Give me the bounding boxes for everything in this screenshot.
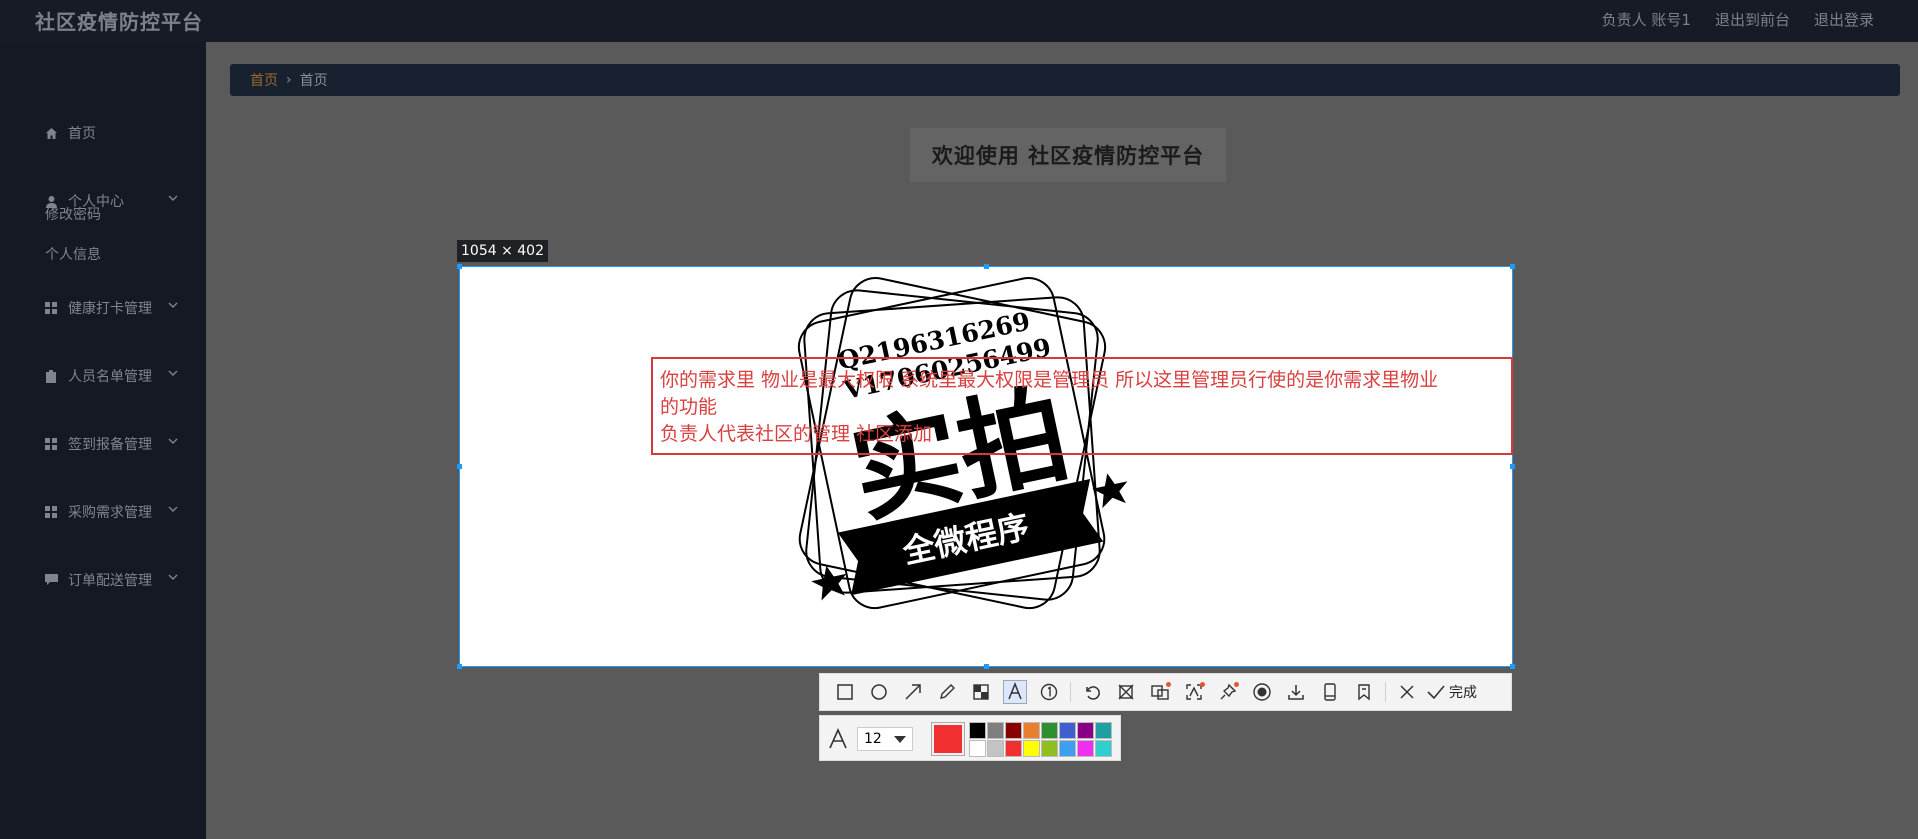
chevron-down-icon <box>168 574 178 580</box>
submenu-profile-info[interactable]: 个人信息 <box>45 244 101 264</box>
home-icon <box>44 126 58 140</box>
annotation-line: 的功能 <box>660 396 718 418</box>
scan-icon[interactable] <box>1177 677 1211 707</box>
toolbar-divider <box>1070 682 1071 702</box>
capture-region[interactable]: Q2196316269 V17060256499 实拍 全微程序 <box>457 264 1515 669</box>
toolbar-divider <box>1385 682 1386 702</box>
color-swatch[interactable] <box>969 740 986 757</box>
front-link[interactable]: 退出到前台 <box>1715 9 1790 30</box>
number-marker-icon[interactable] <box>1032 677 1066 707</box>
submenu-change-password[interactable]: 修改密码 <box>45 204 101 224</box>
color-swatch[interactable] <box>1077 740 1094 757</box>
resize-handle[interactable] <box>457 464 462 469</box>
sidebar-item-checkin-report[interactable]: 签到报备管理 <box>44 432 180 456</box>
color-swatch[interactable] <box>1005 740 1022 757</box>
capture-toolbar: 完成 <box>819 673 1512 711</box>
record-icon[interactable] <box>1245 677 1279 707</box>
sidebar-item-label: 签到报备管理 <box>68 437 152 453</box>
grid-icon <box>44 437 58 451</box>
sidebar: 首页 个人中心 修改密码 个人信息 健康打卡管理 人员名单管理 签到报备管理 采… <box>0 42 206 839</box>
sidebar-item-label: 人员名单管理 <box>68 369 152 385</box>
breadcrumb-current: 首页 <box>299 73 328 89</box>
resize-handle[interactable] <box>1510 464 1515 469</box>
chevron-right-icon: › <box>286 72 292 88</box>
color-swatch[interactable] <box>1041 740 1058 757</box>
sidebar-item-label: 采购需求管理 <box>68 505 152 521</box>
breadcrumb-home[interactable]: 首页 <box>250 70 278 90</box>
sidebar-item-label: 订单配送管理 <box>68 573 152 589</box>
breadcrumb: 首页 › 首页 <box>230 64 1900 96</box>
sidebar-item-health-checkin[interactable]: 健康打卡管理 <box>44 296 180 320</box>
resize-handle[interactable] <box>457 264 462 269</box>
color-swatch[interactable] <box>969 722 986 739</box>
resize-handle[interactable] <box>1510 264 1515 269</box>
color-swatch[interactable] <box>1005 722 1022 739</box>
color-swatch[interactable] <box>1095 722 1112 739</box>
color-palette <box>969 722 1112 757</box>
annotation-line: 你的需求里 物业是最大权限 系统里最大权限是管理员 所以这里管理员行使的是你需求… <box>660 369 1439 391</box>
text-icon[interactable] <box>998 677 1032 707</box>
account-name: 负责人 账号1 <box>1601 11 1691 29</box>
chevron-down-icon <box>168 370 178 376</box>
crop-icon[interactable] <box>1109 677 1143 707</box>
chevron-down-icon <box>168 438 178 444</box>
current-color-swatch[interactable] <box>931 722 965 756</box>
logout-link[interactable]: 退出登录 <box>1814 9 1874 30</box>
resize-handle[interactable] <box>457 664 462 669</box>
color-swatch[interactable] <box>1095 740 1112 757</box>
check-icon <box>1427 685 1445 700</box>
app-title: 社区疫情防控平台 <box>35 10 203 34</box>
sidebar-item-label: 健康打卡管理 <box>68 301 152 317</box>
sidebar-item-personnel-list[interactable]: 人员名单管理 <box>44 364 180 388</box>
color-swatch[interactable] <box>1077 722 1094 739</box>
bookmark-icon[interactable] <box>1347 677 1381 707</box>
sidebar-item-purchase-needs[interactable]: 采购需求管理 <box>44 500 180 524</box>
sidebar-item-home[interactable]: 首页 <box>44 121 180 145</box>
font-size-select[interactable]: 12 <box>857 727 913 751</box>
top-links: 负责人 账号1 退出到前台 退出登录 <box>1602 9 1874 30</box>
ellipse-icon[interactable] <box>862 677 896 707</box>
chat-icon <box>44 573 58 587</box>
color-swatch[interactable] <box>987 740 1004 757</box>
top-bar: 社区疫情防控平台 负责人 账号1 退出到前台 退出登录 <box>0 0 1918 42</box>
color-swatch[interactable] <box>1059 740 1076 757</box>
color-swatch[interactable] <box>1041 722 1058 739</box>
resize-handle[interactable] <box>1510 664 1515 669</box>
sidebar-item-label: 首页 <box>68 126 96 142</box>
rectangle-icon[interactable] <box>828 677 862 707</box>
color-swatch[interactable] <box>1023 740 1040 757</box>
arrow-icon[interactable] <box>896 677 930 707</box>
capture-size-label: 1054 × 402 <box>457 240 548 262</box>
clipboard-icon <box>44 369 58 383</box>
font-size-value: 12 <box>864 731 882 747</box>
welcome-banner: 欢迎使用 社区疫情防控平台 <box>910 128 1226 182</box>
done-button[interactable]: 完成 <box>1426 682 1477 702</box>
close-icon[interactable] <box>1390 677 1424 707</box>
chevron-down-icon <box>168 302 178 308</box>
done-label: 完成 <box>1449 685 1477 701</box>
annotation-line: 负责人代表社区的管理 社区添加 <box>660 423 933 445</box>
chevron-down-icon <box>168 506 178 512</box>
color-swatch[interactable] <box>1023 722 1040 739</box>
color-swatch[interactable] <box>987 722 1004 739</box>
ocr-icon[interactable] <box>1143 677 1177 707</box>
text-annotation[interactable]: 你的需求里 物业是最大权限 系统里最大权限是管理员 所以这里管理员行使的是你需求… <box>660 367 1506 448</box>
sidebar-item-order-delivery[interactable]: 订单配送管理 <box>44 568 180 592</box>
download-icon[interactable] <box>1279 677 1313 707</box>
caret-down-icon <box>894 736 906 743</box>
text-options-panel: 12 <box>819 715 1121 761</box>
grid-icon <box>44 505 58 519</box>
undo-icon[interactable] <box>1075 677 1109 707</box>
grid-icon <box>44 301 58 315</box>
pencil-icon[interactable] <box>930 677 964 707</box>
mosaic-icon[interactable] <box>964 677 998 707</box>
color-swatch[interactable] <box>1059 722 1076 739</box>
device-icon[interactable] <box>1313 677 1347 707</box>
resize-handle[interactable] <box>984 664 989 669</box>
chevron-down-icon <box>168 195 178 201</box>
font-icon <box>829 728 847 749</box>
pin-icon[interactable] <box>1211 677 1245 707</box>
